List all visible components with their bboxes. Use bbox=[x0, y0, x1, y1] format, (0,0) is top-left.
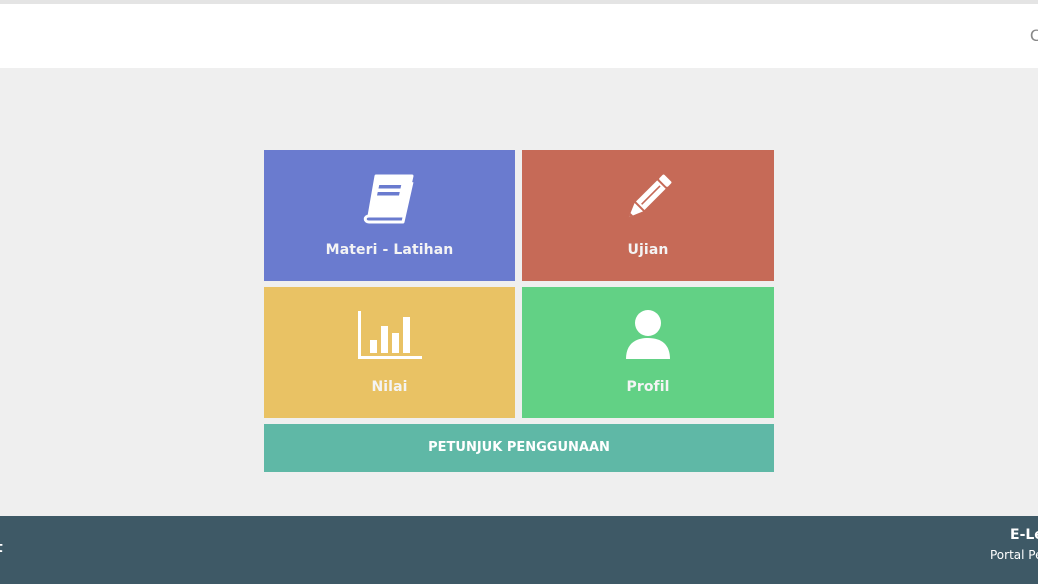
menu-tile-label: Nilai bbox=[371, 379, 408, 395]
pencil-icon bbox=[628, 174, 672, 218]
menu-tile-profil[interactable]: Profil bbox=[522, 287, 774, 418]
menu-tile-label: Materi - Latihan bbox=[325, 242, 454, 258]
menu-tile-label: Ujian bbox=[627, 242, 669, 258]
page: C Materi - Latihan Ujian Nilai Profil PE… bbox=[0, 0, 1038, 584]
main-content: Materi - Latihan Ujian Nilai Profil PETU… bbox=[0, 68, 1038, 516]
header-right-glyph[interactable]: C bbox=[1030, 26, 1038, 45]
footer: t E-Le Portal Pe bbox=[0, 516, 1038, 584]
footer-left-text: t bbox=[0, 540, 3, 556]
book-icon bbox=[363, 174, 413, 224]
footer-app-title: E-Le bbox=[1010, 527, 1038, 543]
menu-tile-nilai[interactable]: Nilai bbox=[264, 287, 515, 418]
menu-tile-label: Profil bbox=[626, 379, 670, 395]
user-icon bbox=[626, 310, 670, 359]
bar-chart-icon bbox=[357, 311, 422, 359]
footer-app-subtitle: Portal Pe bbox=[990, 548, 1038, 562]
usage-guide-button[interactable]: PETUNJUK PENGGUNAAN bbox=[264, 424, 774, 472]
menu-tile-materi-latihan[interactable]: Materi - Latihan bbox=[264, 150, 515, 281]
header-bar: C bbox=[0, 4, 1038, 68]
menu-tile-ujian[interactable]: Ujian bbox=[522, 150, 774, 281]
